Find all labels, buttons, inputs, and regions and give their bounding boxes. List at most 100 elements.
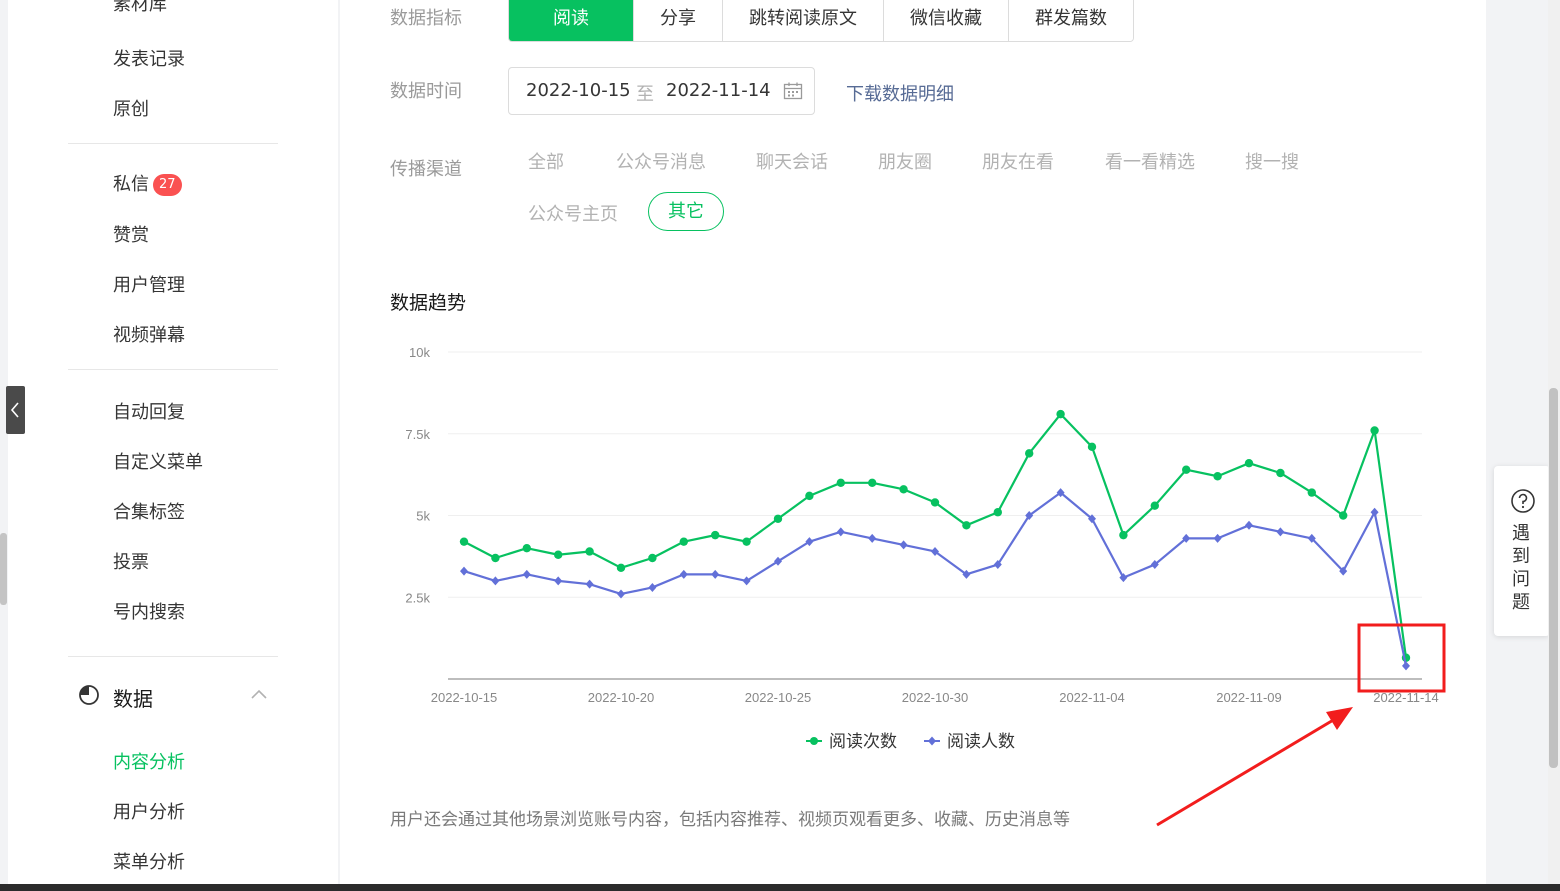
sidebar: 素材库 发表记录 原创 私信 27 赞赏 用户管理 视频弹幕 自动回复 自定义菜单… bbox=[8, 0, 338, 884]
data-point bbox=[742, 537, 751, 546]
pie-clock-icon bbox=[79, 685, 99, 705]
sidebar-item-auto-reply[interactable]: 自动回复 bbox=[113, 398, 185, 424]
sidebar-item-label: 私信 bbox=[113, 174, 149, 195]
data-point bbox=[836, 478, 845, 487]
series-line bbox=[463, 413, 1408, 658]
channel-account-homepage[interactable]: 公众号主页 bbox=[528, 200, 618, 226]
x-tick-label: 2022-10-15 bbox=[431, 690, 498, 705]
data-point bbox=[585, 547, 594, 556]
sidebar-item-video-danmaku[interactable]: 视频弹幕 bbox=[113, 321, 185, 347]
data-point bbox=[711, 569, 720, 579]
channel-moments[interactable]: 朋友圈 bbox=[878, 148, 932, 174]
legend-label: 阅读次数 bbox=[829, 732, 897, 752]
channel-friends-watching[interactable]: 朋友在看 bbox=[982, 148, 1054, 174]
y-tick-label: 7.5k bbox=[405, 427, 430, 442]
tab-wechat-favorite[interactable]: 微信收藏 bbox=[883, 0, 1008, 41]
data-point bbox=[1119, 530, 1128, 540]
tab-read-original[interactable]: 跳转阅读原文 bbox=[722, 0, 883, 41]
sidebar-item-partial[interactable]: 素材库 bbox=[113, 0, 167, 16]
tab-broadcast-count[interactable]: 群发篇数 bbox=[1008, 0, 1133, 41]
data-point bbox=[459, 537, 469, 546]
data-point bbox=[1402, 661, 1410, 671]
left-scrollbar[interactable] bbox=[0, 533, 7, 605]
data-point bbox=[1213, 533, 1222, 543]
channel-search[interactable]: 搜一搜 bbox=[1245, 148, 1299, 174]
unread-badge: 27 bbox=[153, 174, 182, 196]
data-point bbox=[679, 537, 688, 546]
sidebar-item-user-management[interactable]: 用户管理 bbox=[113, 271, 185, 297]
channel-chat[interactable]: 聊天会话 bbox=[756, 148, 828, 174]
chevron-up-icon[interactable] bbox=[250, 688, 268, 700]
data-point bbox=[1025, 449, 1034, 458]
question-icon bbox=[1511, 489, 1535, 513]
x-tick-label: 2022-10-20 bbox=[588, 690, 655, 705]
x-tick-label: 2022-11-14 bbox=[1373, 690, 1439, 705]
help-float-button[interactable]: 遇到问题 bbox=[1494, 466, 1550, 636]
window-bottom-edge bbox=[0, 884, 1560, 891]
calendar-icon bbox=[783, 82, 803, 100]
data-point bbox=[711, 530, 720, 540]
sidebar-item-publish-records[interactable]: 发表记录 bbox=[113, 45, 185, 71]
legend-marker bbox=[810, 737, 818, 745]
data-point bbox=[522, 544, 531, 553]
data-point bbox=[1339, 511, 1348, 520]
data-point bbox=[1370, 426, 1379, 435]
data-point bbox=[1213, 472, 1222, 481]
data-point bbox=[899, 540, 908, 550]
collapse-sidebar-button[interactable] bbox=[6, 386, 25, 434]
sidebar-item-menu-analysis[interactable]: 菜单分析 bbox=[113, 848, 185, 874]
data-point bbox=[585, 579, 594, 589]
channel-official-messages[interactable]: 公众号消息 bbox=[616, 148, 706, 174]
data-point bbox=[1245, 520, 1253, 530]
sidebar-item-user-analysis[interactable]: 用户分析 bbox=[113, 798, 185, 824]
data-point bbox=[554, 576, 563, 586]
data-point bbox=[805, 537, 814, 547]
date-range-picker[interactable]: 2022-10-15 至 2022-11-14 bbox=[508, 67, 815, 115]
data-point bbox=[773, 514, 783, 523]
data-point bbox=[491, 576, 500, 586]
tab-read[interactable]: 阅读 bbox=[509, 0, 633, 41]
sidebar-divider bbox=[68, 143, 278, 144]
y-tick-label: 2.5k bbox=[405, 590, 430, 605]
data-point bbox=[774, 556, 782, 566]
sidebar-section-label: 数据 bbox=[113, 687, 153, 711]
sidebar-item-private-messages[interactable]: 私信 27 bbox=[113, 170, 182, 196]
sidebar-item-vote[interactable]: 投票 bbox=[113, 548, 149, 574]
data-point bbox=[1276, 527, 1285, 537]
data-point bbox=[616, 563, 626, 573]
data-point bbox=[1056, 409, 1065, 419]
data-point bbox=[930, 498, 940, 507]
sidebar-item-collection-tags[interactable]: 合集标签 bbox=[113, 498, 185, 524]
sidebar-item-original[interactable]: 原创 bbox=[113, 95, 149, 121]
channel-other[interactable]: 其它 bbox=[648, 192, 724, 231]
data-point bbox=[648, 582, 657, 592]
time-label: 数据时间 bbox=[390, 81, 462, 102]
date-separator: 至 bbox=[636, 84, 654, 105]
metric-tabs: 阅读 分享 跳转阅读原文 微信收藏 群发篇数 bbox=[508, 0, 1134, 42]
sidebar-item-custom-menu[interactable]: 自定义菜单 bbox=[113, 448, 203, 474]
trend-line-chart: 10k 7.5k 5k 2.5k 2022-10-15 2022-10-20 2022-10… bbox=[405, 345, 1439, 752]
x-tick-label: 2022-10-25 bbox=[745, 690, 812, 705]
sidebar-item-content-analysis[interactable]: 内容分析 bbox=[113, 748, 185, 774]
data-point bbox=[679, 569, 688, 579]
channel-all[interactable]: 全部 bbox=[528, 148, 564, 174]
date-start: 2022-10-15 bbox=[526, 80, 631, 101]
data-point bbox=[868, 533, 877, 543]
data-point bbox=[836, 527, 845, 537]
sidebar-item-rewards[interactable]: 赞赏 bbox=[113, 221, 149, 247]
footnote: 用户还会通过其他场景浏览账号内容，包括内容推荐、视频页观看更多、收藏、历史消息等 bbox=[390, 810, 1070, 830]
sidebar-divider bbox=[68, 656, 278, 657]
data-point bbox=[742, 576, 751, 586]
data-point bbox=[1150, 501, 1159, 510]
data-point bbox=[1276, 468, 1285, 478]
page-scrollbar-thumb[interactable] bbox=[1549, 388, 1558, 768]
channel-top-stories[interactable]: 看一看精选 bbox=[1105, 148, 1195, 174]
data-point bbox=[460, 566, 468, 576]
data-point bbox=[962, 521, 971, 530]
sidebar-section-data[interactable]: 数据 bbox=[78, 682, 278, 711]
download-details-link[interactable]: 下载数据明细 bbox=[846, 80, 954, 106]
trend-title: 数据趋势 bbox=[390, 292, 467, 314]
sidebar-item-in-account-search[interactable]: 号内搜索 bbox=[113, 598, 185, 624]
tab-share[interactable]: 分享 bbox=[633, 0, 722, 41]
chevron-left-icon bbox=[10, 402, 19, 418]
